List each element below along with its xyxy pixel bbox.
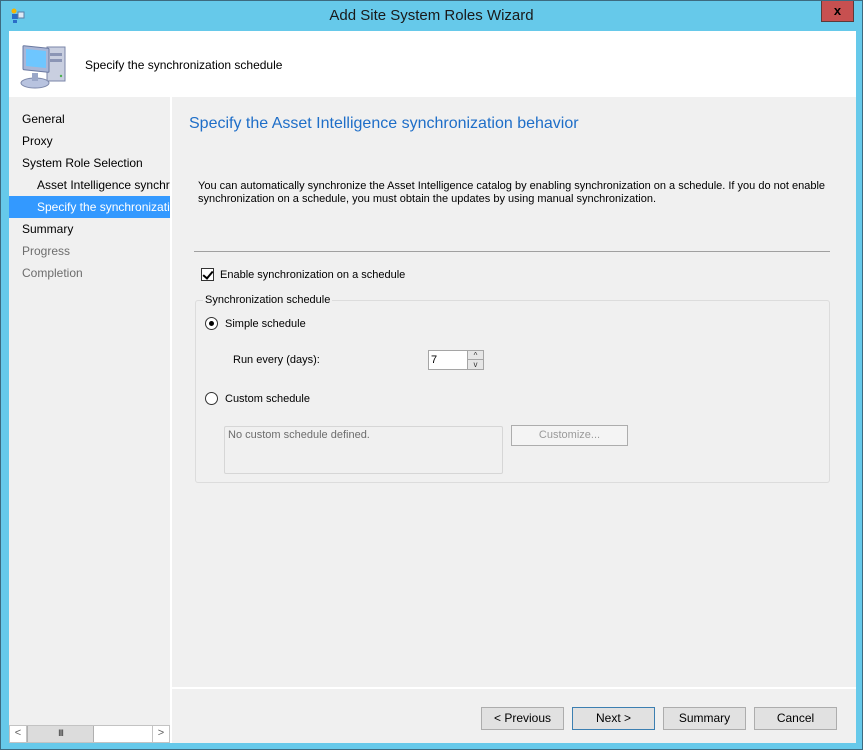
customize-button: Customize... [511,425,628,446]
step-system-role-selection[interactable]: System Role Selection [9,152,170,174]
step-specify-synchronization-schedule[interactable]: Specify the synchronization schedule [9,196,170,218]
step-asset-intelligence-synchronization[interactable]: Asset Intelligence synchronization [9,174,170,196]
grip-icon: III [58,728,63,738]
header-step-text: Specify the synchronization schedule [85,58,283,72]
step-general[interactable]: General [9,108,170,130]
chevron-down-icon: v [473,360,478,369]
horizontal-scrollbar[interactable]: < III > [9,725,170,743]
summary-button[interactable]: Summary [663,707,746,730]
wizard-window: Add Site System Roles Wizard x Specify t… [0,0,863,750]
sync-schedule-group-label: Synchronization schedule [203,294,333,306]
chevron-up-icon: ^ [473,351,478,360]
title-bar: Add Site System Roles Wizard x [1,1,862,31]
scroll-right-button[interactable]: > [152,726,169,742]
description-text: You can automatically synchronize the As… [198,180,826,205]
wizard-footer: < Previous Next > Summary Cancel [172,689,856,743]
enable-sync-checkbox-row[interactable]: Enable synchronization on a schedule [201,268,405,281]
run-every-days-input[interactable] [429,351,467,369]
main-panel: Specify the Asset Intelligence synchroni… [172,97,856,687]
page-title: Specify the Asset Intelligence synchroni… [189,115,579,132]
custom-schedule-option[interactable]: Custom schedule [205,392,310,405]
wizard-header: Specify the synchronization schedule [9,31,856,97]
step-proxy[interactable]: Proxy [9,130,170,152]
spin-down-button[interactable]: v [468,360,483,369]
step-progress: Progress [22,244,71,258]
next-button[interactable]: Next > [572,707,655,730]
custom-schedule-radio[interactable] [205,392,218,405]
enable-sync-label[interactable]: Enable synchronization on a schedule [220,269,405,281]
close-button[interactable]: x [821,1,854,22]
spin-up-button[interactable]: ^ [468,351,483,360]
close-icon: x [833,3,842,18]
window-title: Add Site System Roles Wizard [329,7,534,24]
chevron-left-icon: < [14,727,22,739]
computer-icon [20,45,66,89]
step-summary[interactable]: Summary [9,218,170,240]
wizard-step-list: General Proxy System Role Selection Asse… [9,97,170,743]
scroll-left-button[interactable]: < [10,726,27,742]
cancel-button[interactable]: Cancel [754,707,837,730]
simple-schedule-option[interactable]: Simple schedule [205,317,306,330]
step-completion: Completion [22,266,83,280]
custom-schedule-label[interactable]: Custom schedule [225,393,310,405]
enable-sync-checkbox[interactable] [201,268,214,281]
scrollbar-thumb[interactable]: III [27,726,94,742]
run-every-label: Run every (days): [233,354,320,366]
simple-schedule-label[interactable]: Simple schedule [225,318,306,330]
previous-button[interactable]: < Previous [481,707,564,730]
custom-schedule-text: No custom schedule defined. [224,426,503,474]
run-every-days-stepper[interactable]: ^ v [428,350,484,370]
chevron-right-icon: > [157,727,165,739]
divider [194,251,830,252]
simple-schedule-radio[interactable] [205,317,218,330]
